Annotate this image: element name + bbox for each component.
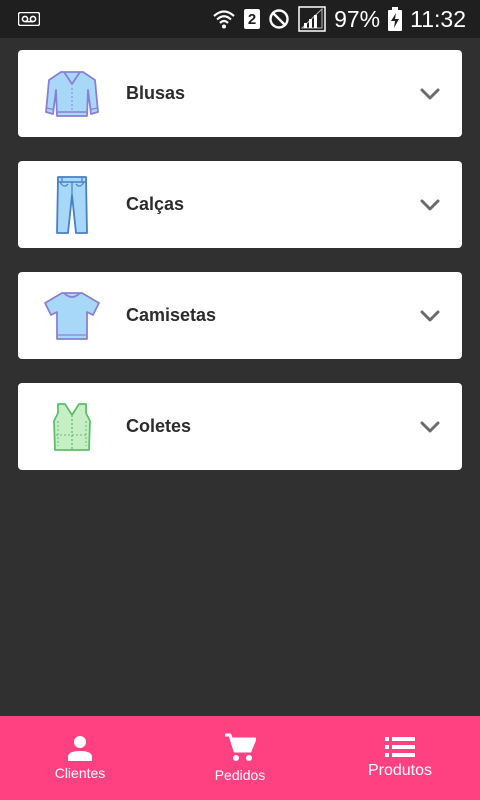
person-icon — [67, 735, 93, 761]
chevron-down-icon[interactable] — [406, 50, 454, 137]
do-not-disturb-icon — [268, 8, 290, 30]
list-icon — [385, 736, 415, 758]
nav-label: Produtos — [367, 762, 433, 779]
jeans-icon — [18, 161, 126, 248]
nav-label: Pedidos — [214, 767, 266, 783]
tshirt-icon — [18, 272, 126, 359]
category-list: Blusas Calças Camisetas Coletes — [0, 38, 480, 716]
signal-icon — [298, 6, 326, 32]
cart-icon — [224, 733, 256, 763]
vest-icon — [18, 383, 126, 470]
status-bar: 2 97% 11:32 — [0, 0, 480, 38]
category-label: Calças — [126, 194, 185, 214]
category-label: Blusas — [126, 83, 186, 103]
clock: 11:32 — [410, 5, 466, 32]
battery-charging-icon — [388, 7, 403, 31]
chevron-down-icon[interactable] — [406, 161, 454, 248]
bottom-navigation: Clientes Pedidos Produtos — [0, 716, 480, 800]
category-card-blusas[interactable]: Blusas — [18, 50, 462, 137]
category-card-camisetas[interactable]: Camisetas — [18, 272, 462, 359]
chevron-down-icon[interactable] — [406, 272, 454, 359]
wifi-icon — [212, 8, 236, 30]
category-card-coletes[interactable]: Coletes — [18, 383, 462, 470]
sweater-icon — [18, 50, 126, 137]
nav-item-clientes[interactable]: Clientes — [0, 716, 160, 800]
category-card-calcas[interactable]: Calças — [18, 161, 462, 248]
chevron-down-icon[interactable] — [406, 383, 454, 470]
voicemail-icon — [18, 12, 40, 26]
sim-icon: 2 — [244, 9, 261, 29]
category-label: Coletes — [126, 416, 192, 436]
category-label: Camisetas — [126, 305, 217, 325]
nav-item-pedidos[interactable]: Pedidos — [160, 716, 320, 800]
nav-label: Clientes — [54, 765, 106, 781]
nav-item-produtos[interactable]: Produtos — [320, 716, 480, 800]
battery-percent: 97% — [334, 5, 381, 32]
